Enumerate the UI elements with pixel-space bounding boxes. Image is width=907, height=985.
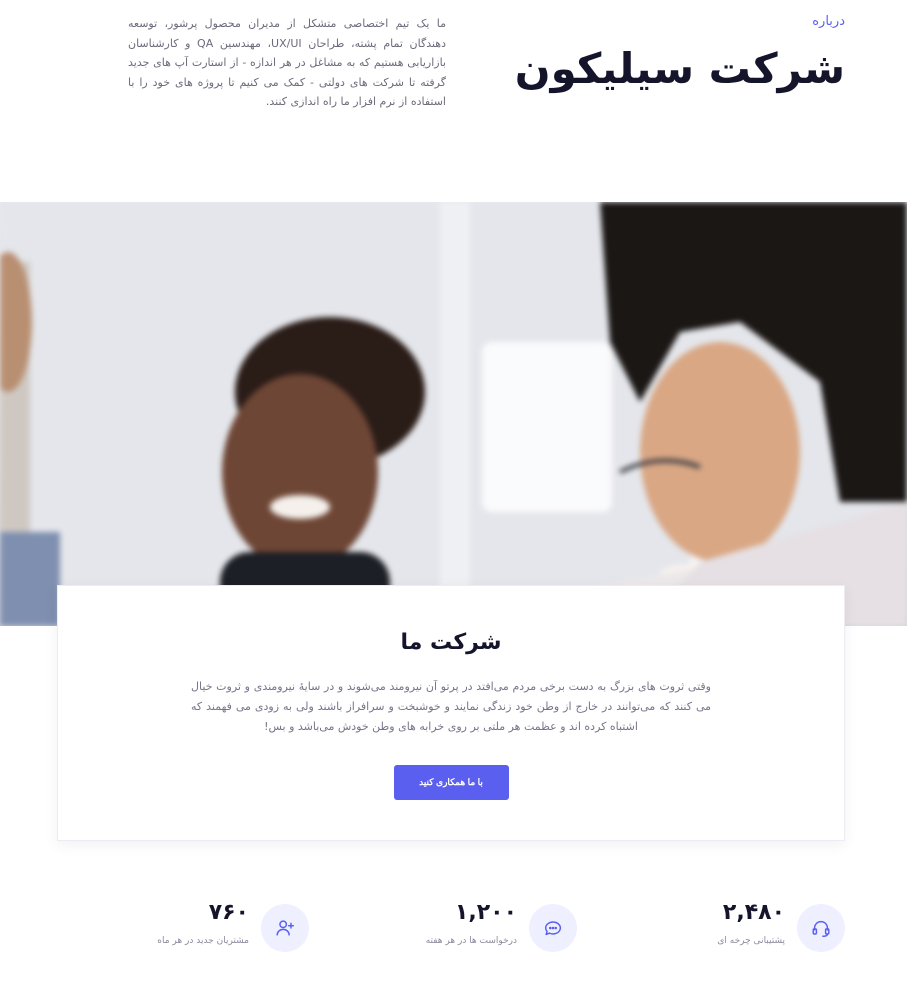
stat-item: ۷۶۰ مشتریان جدید در هر ماه <box>79 898 309 958</box>
intro-paragraph: ما یک تیم اختصاصی متشکل از مدیران محصول … <box>128 17 447 108</box>
hero-photo <box>0 202 907 626</box>
headset-icon <box>797 904 845 952</box>
stat-value: ۲,۴۸۰ <box>722 900 785 925</box>
stat-label: پشتیبانی چرخه ای <box>717 936 785 946</box>
card-title: شرکت ما <box>400 630 502 655</box>
stat-item: ۱,۲۰۰ درخواست ها در هر هفته <box>347 898 577 958</box>
about-page: درباره شرکت سیلیکون ما یک تیم اختصاصی مت… <box>0 0 907 985</box>
stat-label: مشتریان جدید در هر ماه <box>157 936 249 946</box>
chat-support-icon <box>529 904 577 952</box>
company-card: شرکت ما وقتی ثروت های بزرگ به دست برخی م… <box>57 585 845 841</box>
collaborate-button[interactable]: با ما همکاری کنید <box>393 765 509 800</box>
card-description: وقتی ثروت های بزرگ به دست برخی مردم می‌ا… <box>191 680 711 733</box>
stat-item: ۲,۴۸۰ پشتیبانی چرخه ای <box>615 898 845 958</box>
stat-label: درخواست ها در هر هفته <box>425 936 517 946</box>
section-label: درباره <box>812 14 845 29</box>
page-title: شرکت سیلیکون <box>514 44 845 93</box>
stat-value: ۱,۲۰۰ <box>454 900 517 925</box>
stat-value: ۷۶۰ <box>208 900 249 925</box>
team-photo-illustration <box>0 202 907 626</box>
add-user-icon <box>261 904 309 952</box>
